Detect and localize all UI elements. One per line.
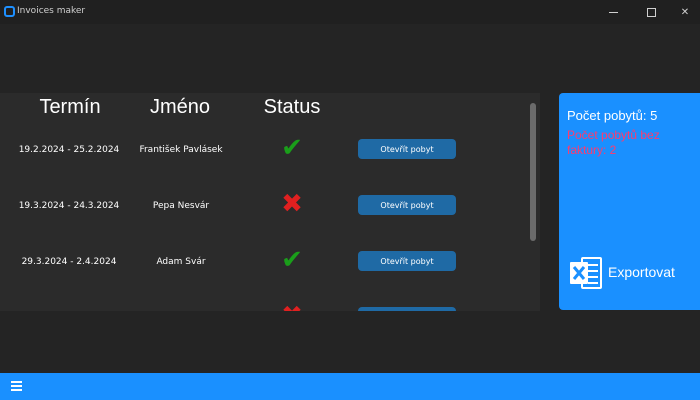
table-row: ✖: [0, 301, 520, 311]
app-icon: [4, 6, 15, 17]
column-header-jmeno: Jméno: [149, 96, 211, 118]
minimize-icon[interactable]: [598, 4, 628, 20]
close-icon[interactable]: [670, 4, 700, 20]
no-invoice-count-label: Počet pobytů bez faktury: 2: [567, 128, 660, 157]
export-label: Exportovat: [608, 264, 675, 280]
row-name: Pepa Nesvár: [152, 201, 210, 211]
table-row: 19.3.2024 - 24.3.2024 Pepa Nesvár ✖ Otev…: [0, 189, 520, 229]
checkmark-icon: ✔: [281, 133, 303, 163]
cross-icon: ✖: [272, 301, 312, 311]
bottom-bar: [0, 373, 700, 400]
row-date: 29.3.2024 - 2.4.2024: [21, 257, 117, 267]
hamburger-menu-icon[interactable]: [11, 381, 22, 391]
stays-table: Termín Jméno Status 19.2.2024 - 25.2.202…: [0, 93, 540, 311]
excel-icon: [570, 257, 602, 289]
stats-panel: Počet pobytů: 5 Počet pobytů bez faktury…: [559, 93, 700, 310]
row-name: František Pavlásek: [139, 145, 223, 155]
scrollbar-thumb[interactable]: [530, 103, 536, 241]
export-button[interactable]: Exportovat: [567, 253, 695, 293]
stay-count-label: Počet pobytů: 5: [567, 108, 658, 123]
column-header-termin: Termín: [39, 96, 101, 118]
row-date: 19.3.2024 - 24.3.2024: [18, 201, 120, 211]
open-stay-button[interactable]: Otevřít pobyt: [358, 251, 456, 271]
open-stay-button[interactable]: [358, 307, 456, 311]
table-row: 29.3.2024 - 2.4.2024 Adam Svár ✔ Otevřít…: [0, 245, 520, 285]
open-stay-button[interactable]: Otevřít pobyt: [358, 139, 456, 159]
cross-icon: ✖: [281, 189, 303, 219]
open-stay-button[interactable]: Otevřít pobyt: [358, 195, 456, 215]
column-header-status: Status: [263, 96, 321, 118]
checkmark-icon: ✔: [281, 245, 303, 275]
row-date: 19.2.2024 - 25.2.2024: [18, 145, 120, 155]
row-name: Adam Svár: [156, 257, 206, 267]
title-bar: Invoices maker: [0, 0, 700, 24]
maximize-icon[interactable]: [636, 4, 666, 20]
window-title: Invoices maker: [17, 6, 86, 16]
table-row: 19.2.2024 - 25.2.2024 František Pavlásek…: [0, 133, 520, 173]
